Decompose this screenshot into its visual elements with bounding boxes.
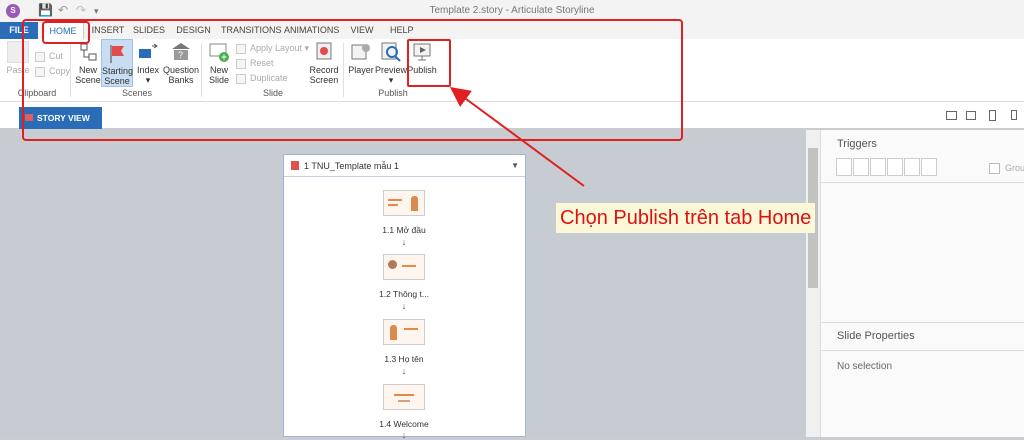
annotation-callout: Chọn Publish trên tab Home <box>556 203 816 233</box>
annotation-arrow <box>449 87 585 187</box>
